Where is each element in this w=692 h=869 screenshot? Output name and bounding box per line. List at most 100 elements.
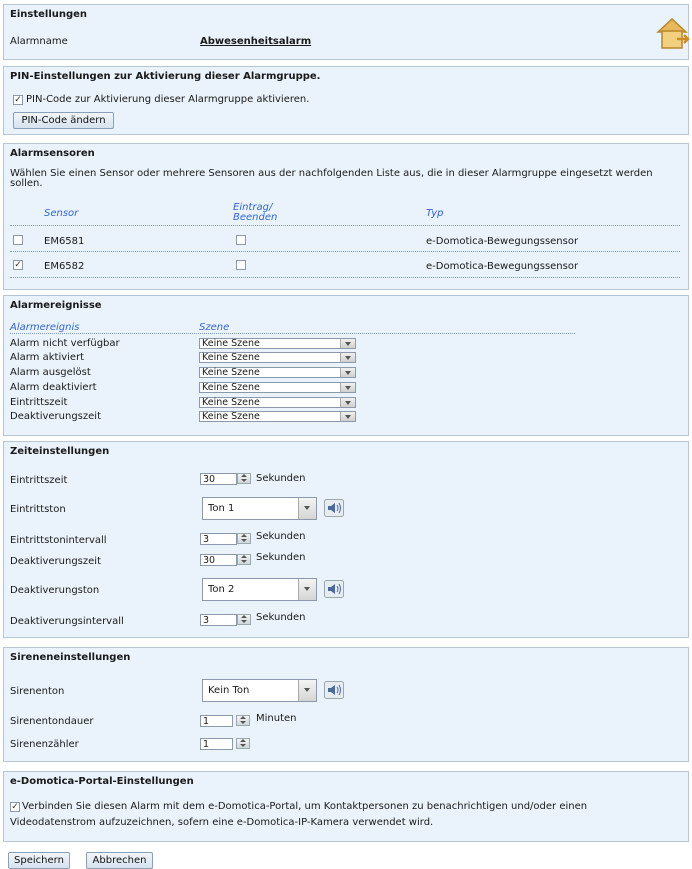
events-panel: Alarmereignisse Alarmereignis Szene Alar…: [3, 295, 689, 436]
deaktivierungszeit-label: Deaktiverungszeit: [10, 556, 101, 567]
seconds-label: Sekunden: [256, 473, 306, 484]
pin-title: PIN-Einstellungen zur Aktivierung dieser…: [10, 71, 321, 82]
portal-checkbox[interactable]: ✓: [10, 802, 20, 812]
speaker-icon[interactable]: [324, 499, 344, 517]
speaker-icon[interactable]: [324, 681, 344, 699]
seconds-label: Sekunden: [256, 612, 306, 623]
eintrittszeit-spinner[interactable]: [237, 473, 251, 484]
portal-text-line-1: Verbinden Sie diesen Alarm mit dem e-Dom…: [22, 801, 588, 812]
deaktivierungsintervall-value: 3: [203, 615, 210, 626]
sensor-row-1-checkbox[interactable]: [13, 235, 23, 245]
sensor-row-2-type: e-Domotica-Bewegungssensor: [426, 261, 579, 272]
portal-title: e-Domotica-Portal-Einstellungen: [10, 776, 194, 787]
pin-checkbox[interactable]: ✓: [13, 95, 23, 105]
event-scene-select[interactable]: Keine Szene: [199, 411, 356, 422]
eintrittstonintervall-value: 3: [203, 534, 210, 545]
deaktivierungszeit-spinner[interactable]: [237, 554, 251, 565]
event-scene-select[interactable]: Keine Szene: [199, 367, 356, 378]
sensors-panel: Alarmsensoren Wählen Sie einen Sensor od…: [3, 143, 689, 290]
seconds-label: Sekunden: [256, 531, 306, 542]
cancel-button[interactable]: Abbrechen: [86, 852, 153, 869]
chevron-down-icon: [340, 398, 355, 407]
pin-change-button[interactable]: PIN-Code ändern: [13, 112, 114, 129]
chevron-down-icon: [340, 339, 355, 348]
sirenentondauer-input[interactable]: 1: [200, 715, 233, 727]
chevron-down-icon: [298, 579, 316, 600]
col-typ-header: Typ: [426, 208, 444, 219]
col-scene-header: Szene: [199, 322, 230, 333]
sirenentondauer-spinner[interactable]: [236, 715, 250, 726]
chevron-down-icon: [340, 353, 355, 362]
sirenenzaehler-spinner[interactable]: [236, 738, 250, 749]
deaktivierungszeit-input[interactable]: 30: [200, 554, 237, 566]
house-exit-icon[interactable]: [655, 15, 691, 51]
event-label: Alarm nicht verfügbar: [10, 338, 120, 349]
eintrittstonintervall-spinner[interactable]: [237, 533, 251, 544]
eintrittszeit-label: Eintrittszeit: [10, 475, 68, 486]
sirenenton-select[interactable]: Kein Ton: [202, 679, 317, 702]
event-label: Alarm deaktiviert: [10, 382, 97, 393]
event-scene-value: Keine Szene: [202, 397, 260, 408]
alarmname-label: Alarmname: [10, 36, 68, 47]
siren-title: Sireneneinstellungen: [10, 652, 131, 663]
sensors-description: Wählen Sie einen Sensor oder mehrere Sen…: [10, 168, 653, 189]
sirenentondauer-value: 1: [203, 716, 210, 727]
table-divider: [10, 251, 680, 252]
eintrittstonintervall-label: Eintrittstonintervall: [10, 535, 107, 546]
eintrittszeit-input[interactable]: 30: [200, 473, 237, 485]
minutes-label: Minuten: [256, 713, 297, 724]
sensor-row-2-checkbox[interactable]: ✓: [13, 260, 23, 270]
event-scene-select[interactable]: Keine Szene: [199, 338, 356, 349]
settings-panel: Einstellungen Alarmname Abwesenheitsalar…: [3, 4, 691, 60]
save-button[interactable]: Speichern: [8, 852, 70, 869]
sirenenzaehler-value: 1: [203, 739, 210, 750]
chevron-down-icon: [340, 412, 355, 421]
pin-panel: PIN-Einstellungen zur Aktivierung dieser…: [3, 66, 689, 135]
sirenenzaehler-label: Sirenenzähler: [10, 739, 79, 750]
deaktivierungsintervall-label: Deaktiverungsintervall: [10, 616, 124, 627]
sensor-row-1-name: EM6581: [44, 236, 85, 247]
settings-title: Einstellungen: [10, 9, 88, 20]
deaktivierungsintervall-spinner[interactable]: [237, 614, 251, 625]
event-scene-value: Keine Szene: [202, 338, 260, 349]
events-title: Alarmereignisse: [10, 300, 102, 311]
eintrittston-value: Ton 1: [208, 503, 235, 514]
event-scene-value: Keine Szene: [202, 367, 260, 378]
chevron-down-icon: [340, 383, 355, 392]
event-label: Eintrittszeit: [10, 397, 68, 408]
table-divider: [10, 277, 680, 278]
eintrittston-label: Eintrittston: [10, 504, 66, 515]
speaker-icon[interactable]: [324, 580, 344, 598]
event-scene-value: Keine Szene: [202, 411, 260, 422]
eintrittszeit-value: 30: [203, 474, 216, 485]
sensor-row-1-eintrag-checkbox[interactable]: [236, 235, 246, 245]
sirenenzaehler-input[interactable]: 1: [200, 738, 233, 750]
deaktivierungston-select[interactable]: Ton 2: [202, 578, 317, 601]
event-scene-value: Keine Szene: [202, 352, 260, 363]
time-panel: Zeiteinstellungen Eintrittszeit 30 Sekun…: [3, 441, 689, 638]
events-divider: [10, 333, 575, 334]
sensor-row-2-name: EM6582: [44, 261, 85, 272]
deaktivierungston-label: Deaktiverungston: [10, 585, 100, 596]
sirenenton-label: Sirenenton: [10, 686, 65, 697]
event-scene-value: Keine Szene: [202, 382, 260, 393]
deaktivierungsintervall-input[interactable]: 3: [200, 614, 237, 626]
sirenenton-value: Kein Ton: [208, 685, 250, 696]
event-scene-select[interactable]: Keine Szene: [199, 397, 356, 408]
deaktivierungston-value: Ton 2: [208, 584, 235, 595]
siren-panel: Sireneneinstellungen Sirenenton Kein Ton…: [3, 647, 689, 762]
deaktivierungszeit-value: 30: [203, 555, 216, 566]
chevron-down-icon: [340, 368, 355, 377]
sensors-title: Alarmsensoren: [10, 148, 95, 159]
event-scene-select[interactable]: Keine Szene: [199, 352, 356, 363]
event-label: Deaktiverungszeit: [10, 411, 101, 422]
pin-checkbox-label: PIN-Code zur Aktivierung dieser Alarmgru…: [26, 94, 310, 105]
chevron-down-icon: [298, 498, 316, 519]
eintrittston-select[interactable]: Ton 1: [202, 497, 317, 520]
seconds-label: Sekunden: [256, 552, 306, 563]
eintrittstonintervall-input[interactable]: 3: [200, 533, 237, 545]
event-scene-select[interactable]: Keine Szene: [199, 382, 356, 393]
col-sensor-header: Sensor: [44, 208, 79, 219]
sensor-row-2-eintrag-checkbox[interactable]: [236, 260, 246, 270]
time-title: Zeiteinstellungen: [10, 446, 110, 457]
